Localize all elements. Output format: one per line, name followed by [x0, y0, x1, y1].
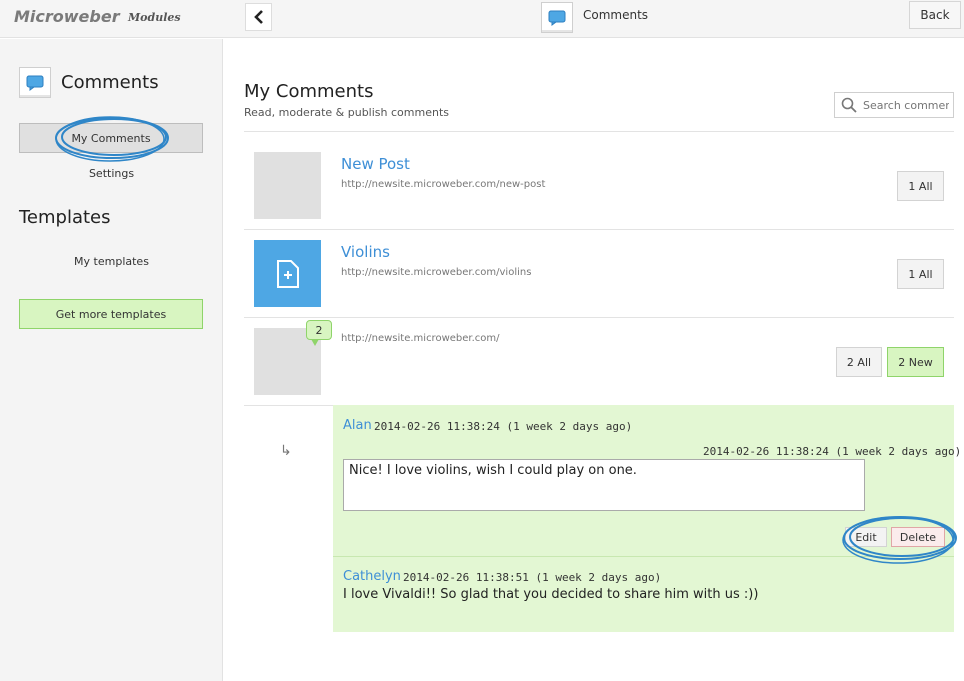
- new-count-badge: 2: [306, 320, 332, 340]
- comment-edit-field[interactable]: Nice! I love violins, wish I could play …: [343, 459, 865, 511]
- page-add-icon: [276, 259, 299, 288]
- new-comments-button[interactable]: 2 New: [887, 347, 944, 377]
- get-more-templates-button[interactable]: Get more templates: [19, 299, 203, 329]
- sidebar-title: Comments: [61, 72, 159, 93]
- delete-button[interactable]: Delete: [891, 527, 945, 547]
- app-root: Microweber Modules Comments Back Comment…: [0, 0, 964, 681]
- comment-divider: [333, 556, 954, 557]
- templates-heading: Templates: [19, 207, 111, 228]
- all-comments-button[interactable]: 1 All: [897, 171, 944, 201]
- comment-date: 2014-02-26 11:38:24 (1 week 2 days ago): [374, 420, 633, 433]
- brand-subtitle: Modules: [128, 11, 181, 24]
- comment-text: I love Vivaldi!! So glad that you decide…: [343, 587, 759, 602]
- speech-bubble-icon: [548, 10, 566, 26]
- search-icon: [841, 97, 857, 113]
- sidebar: Comments My Comments Settings Templates …: [0, 39, 223, 681]
- comments-module-icon: [541, 2, 573, 33]
- post-thumbnail[interactable]: [254, 240, 321, 307]
- post-url: http://newsite.microweber.com/violins: [341, 267, 532, 278]
- tab-my-comments[interactable]: My Comments: [19, 123, 203, 153]
- reply-arrow-icon: ↳: [280, 443, 292, 459]
- comment-author[interactable]: Alan: [343, 418, 372, 433]
- divider: [244, 131, 954, 132]
- all-comments-button[interactable]: 2 All: [836, 347, 882, 377]
- post-thumbnail[interactable]: [254, 152, 321, 219]
- post-url: http://newsite.microweber.com/: [341, 333, 500, 344]
- divider: [244, 229, 954, 230]
- post-url: http://newsite.microweber.com/new-post: [341, 179, 546, 190]
- divider: [244, 317, 954, 318]
- brand-logo[interactable]: Microweber: [14, 7, 120, 26]
- page-title: My Comments: [244, 81, 374, 102]
- module-title: Comments: [583, 8, 649, 22]
- collapse-arrow-button[interactable]: [245, 3, 272, 31]
- post-title[interactable]: New Post: [341, 155, 410, 173]
- comment-edit-date: 2014-02-26 11:38:24 (1 week 2 days ago): [703, 445, 962, 458]
- edit-button[interactable]: Edit: [845, 527, 887, 547]
- my-templates-link[interactable]: My templates: [0, 255, 223, 268]
- top-bar: Microweber Modules Comments Back: [0, 0, 964, 38]
- tab-settings[interactable]: Settings: [0, 167, 223, 180]
- comments-module-icon: [19, 67, 51, 98]
- back-button[interactable]: Back: [909, 1, 961, 29]
- search-input[interactable]: [863, 98, 949, 112]
- badge-tail: [311, 339, 319, 346]
- comment-author[interactable]: Cathelyn: [343, 569, 401, 584]
- post-title[interactable]: Violins: [341, 243, 390, 261]
- search-box[interactable]: [834, 92, 954, 118]
- speech-bubble-icon: [26, 75, 44, 91]
- comment-date: 2014-02-26 11:38:51 (1 week 2 days ago): [403, 571, 662, 584]
- page-subtitle: Read, moderate & publish comments: [244, 106, 449, 119]
- all-comments-button[interactable]: 1 All: [897, 259, 944, 289]
- chevron-left-icon: [253, 10, 263, 24]
